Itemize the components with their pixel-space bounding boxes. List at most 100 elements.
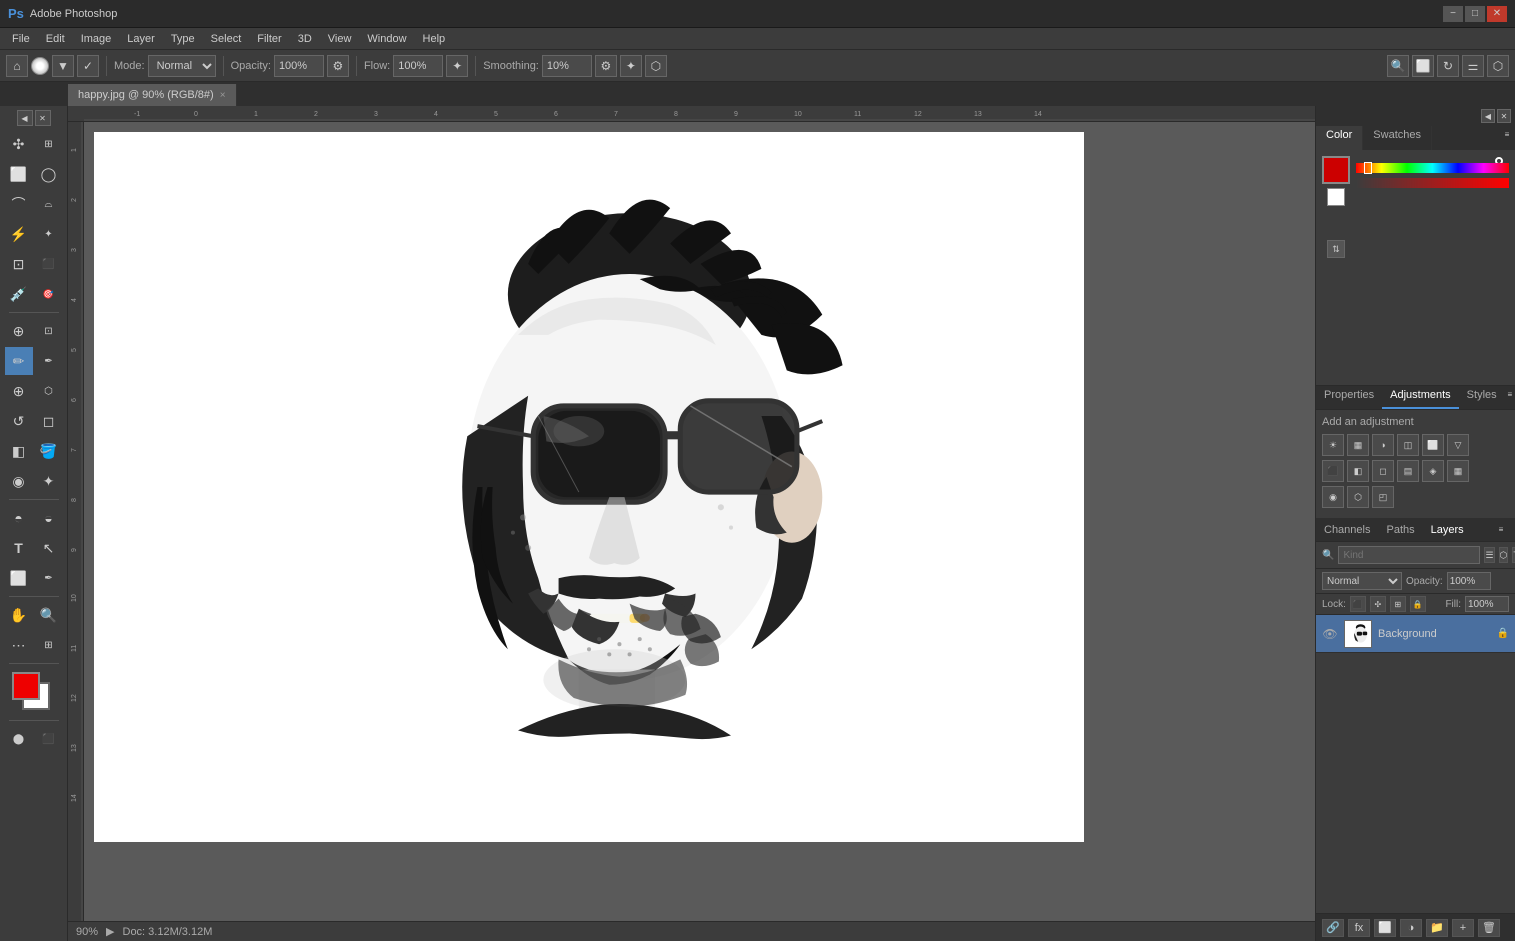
screen-mode-button[interactable]: ⬛ (35, 725, 63, 753)
minimize-button[interactable]: − (1443, 6, 1463, 22)
clone-stamp-tool[interactable]: ⊕ (5, 377, 33, 405)
patch-tool[interactable]: ⊡ (35, 317, 63, 345)
channelmixer-adj-button[interactable]: ▤ (1397, 460, 1419, 482)
status-expand-button[interactable]: ▶ (106, 925, 114, 938)
color-sampler-tool[interactable]: 🎯 (35, 280, 63, 308)
menu-layer[interactable]: Layer (119, 31, 163, 47)
color-swatches[interactable] (12, 672, 56, 716)
panel-collapse-button[interactable]: ✕ (1497, 109, 1511, 123)
threshold-adj-button[interactable]: ⬡ (1347, 486, 1369, 508)
tab-adjustments[interactable]: Adjustments (1382, 386, 1459, 409)
extra-tools-button[interactable]: ⋯ (5, 631, 33, 659)
menu-file[interactable]: File (4, 31, 38, 47)
tab-swatches[interactable]: Swatches (1363, 126, 1432, 150)
blend-mode-select[interactable]: Normal Multiply Screen (1322, 572, 1402, 590)
new-adjustment-layer-button[interactable]: ◑ (1400, 919, 1422, 937)
flow-airbrush-button[interactable]: ✦ (446, 55, 468, 77)
tab-layers[interactable]: Layers (1423, 521, 1472, 539)
mode-select[interactable]: Normal Multiply Screen (148, 55, 216, 77)
rect-shape-tool[interactable]: ⬜ (5, 564, 33, 592)
path-select-tool[interactable]: ↖ (35, 534, 63, 562)
exposure-adj-button[interactable]: ◫ (1397, 434, 1419, 456)
maximize-button[interactable]: □ (1465, 6, 1485, 22)
curves-adj-button[interactable]: ◑ (1372, 434, 1394, 456)
rect-select-tool[interactable]: ⬜ (5, 160, 33, 188)
menu-type[interactable]: Type (163, 31, 203, 47)
gradient-tool[interactable]: ◧ (5, 437, 33, 465)
zoom-tool[interactable]: 🔍 (35, 601, 63, 629)
brush-tool[interactable]: ✏ (5, 347, 33, 375)
color-toggle-button[interactable]: ⇅ (1327, 240, 1345, 258)
toolbox-collapse-button[interactable]: ◀ (17, 110, 33, 126)
perspective-crop-tool[interactable]: ⬛ (35, 250, 63, 278)
tab-styles[interactable]: Styles (1459, 386, 1505, 409)
menu-window[interactable]: Window (359, 31, 414, 47)
bw-adj-button[interactable]: ◧ (1347, 460, 1369, 482)
layer-fx-button[interactable]: fx (1348, 919, 1370, 937)
extra-button1[interactable]: ⚌ (1462, 55, 1484, 77)
crop-tool[interactable]: ⊡ (5, 250, 33, 278)
tab-channels[interactable]: Channels (1316, 521, 1378, 539)
quick-mask-button[interactable]: ⬤ (5, 725, 33, 753)
levels-adj-button[interactable]: ▦ (1347, 434, 1369, 456)
layer-pixel-filter-button[interactable]: ⬡ (1499, 547, 1509, 563)
color-alpha-bar[interactable] (1356, 178, 1509, 188)
photofilter-adj-button[interactable]: ◻ (1372, 460, 1394, 482)
hsl-adj-button[interactable]: ▽ (1447, 434, 1469, 456)
heal-tool[interactable]: ⊕ (5, 317, 33, 345)
menu-3d[interactable]: 3D (290, 31, 320, 47)
new-layer-button[interactable]: + (1452, 919, 1474, 937)
home-button[interactable]: ⌂ (6, 55, 28, 77)
color-hue-bar[interactable] (1356, 163, 1509, 173)
layers-opacity-input[interactable] (1447, 572, 1491, 590)
brightness-adj-button[interactable]: ☀ (1322, 434, 1344, 456)
opacity-settings-button[interactable]: ⚙ (327, 55, 349, 77)
tab-paths[interactable]: Paths (1378, 521, 1422, 539)
fg-color-swatch[interactable] (1322, 156, 1350, 184)
brush-preview[interactable] (31, 57, 49, 75)
layers-panel-menu-button[interactable]: ≡ (1493, 522, 1509, 538)
toolbox-options-button[interactable]: ✕ (35, 110, 51, 126)
close-button[interactable]: ✕ (1487, 6, 1507, 22)
rotate-view-button[interactable]: ↻ (1437, 55, 1459, 77)
blur-tool[interactable]: ◉ (5, 467, 33, 495)
pattern-stamp-tool[interactable]: ⬡ (35, 377, 63, 405)
lock-all-button[interactable]: 🔒 (1410, 596, 1426, 612)
zoom-search-button[interactable]: 🔍 (1387, 55, 1409, 77)
menu-help[interactable]: Help (415, 31, 454, 47)
ellipse-select-tool[interactable]: ◯ (35, 160, 63, 188)
artboard-tool[interactable]: ⊞ (35, 130, 63, 158)
pen-tool[interactable]: ✒ (35, 564, 63, 592)
eraser-tool[interactable]: ◻ (35, 407, 63, 435)
opacity-input[interactable] (274, 55, 324, 77)
menu-edit[interactable]: Edit (38, 31, 73, 47)
eyedropper-tool[interactable]: 💉 (5, 280, 33, 308)
menu-view[interactable]: View (320, 31, 360, 47)
document-canvas[interactable] (94, 132, 1084, 842)
menu-image[interactable]: Image (73, 31, 120, 47)
frame-tool[interactable]: ⊞ (35, 631, 63, 659)
delete-layer-button[interactable]: 🗑 (1478, 919, 1500, 937)
foreground-color-swatch[interactable] (12, 672, 40, 700)
document-tab[interactable]: happy.jpg @ 90% (RGB/8#) × (68, 84, 237, 106)
panel-expand-left-button[interactable]: ◀ (1481, 109, 1495, 123)
layers-search-input[interactable] (1338, 546, 1480, 564)
magic-wand-tool[interactable]: ⚡ (5, 220, 33, 248)
tab-color[interactable]: Color (1316, 126, 1363, 150)
symmetry-button[interactable]: ✦ (620, 55, 642, 77)
fill-input[interactable] (1465, 596, 1509, 612)
view-mode-button[interactable]: ⬜ (1412, 55, 1434, 77)
lock-pixels-button[interactable]: ⬛ (1350, 596, 1366, 612)
menu-select[interactable]: Select (203, 31, 250, 47)
poly-lasso-tool[interactable]: ⌓ (35, 190, 63, 218)
menu-filter[interactable]: Filter (249, 31, 289, 47)
pressure-button[interactable]: ⬡ (645, 55, 667, 77)
smoothing-input[interactable] (542, 55, 592, 77)
extra-button2[interactable]: ⬡ (1487, 55, 1509, 77)
colorbalance-adj-button[interactable]: ⬛ (1322, 460, 1344, 482)
lasso-tool[interactable]: ⌒ (5, 190, 33, 218)
hand-tool[interactable]: ✋ (5, 601, 33, 629)
posterize-adj-button[interactable]: ◉ (1322, 486, 1344, 508)
adj-panel-menu-button[interactable]: ≡ (1505, 386, 1515, 402)
link-layers-button[interactable]: 🔗 (1322, 919, 1344, 937)
